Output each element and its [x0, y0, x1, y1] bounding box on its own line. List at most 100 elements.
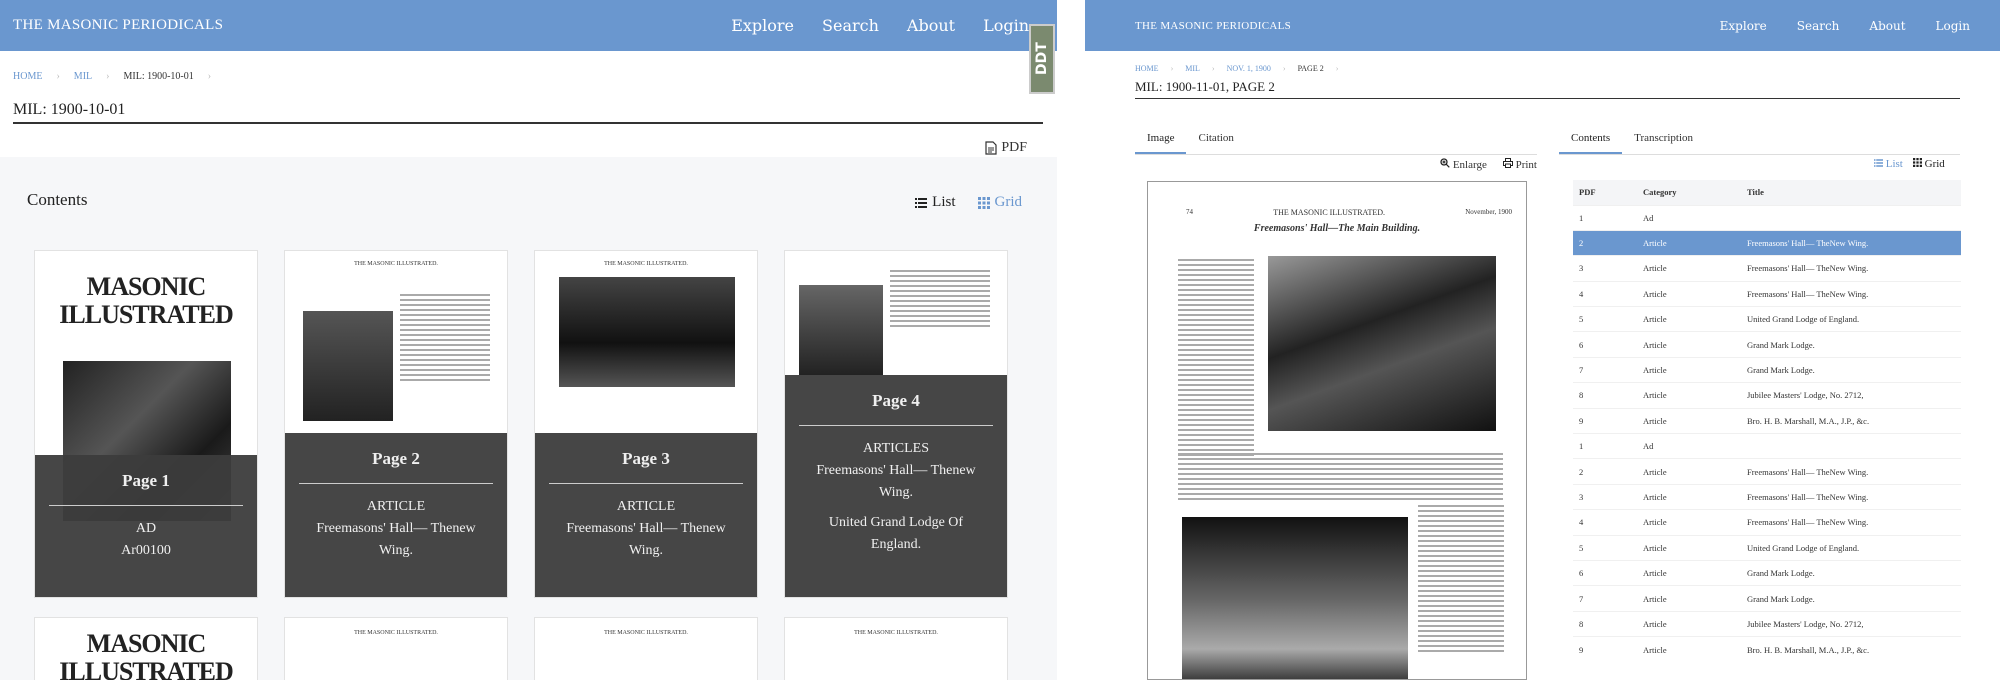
table-row[interactable]: 5 Article United Grand Lodge of England. — [1573, 306, 1961, 332]
table-row[interactable]: 9 Article Bro. H. B. Marshall, M.A., J.P.,… — [1573, 408, 1961, 433]
grid-icon — [1912, 158, 1922, 167]
list-view-button[interactable]: List — [1874, 158, 1903, 170]
category-cell: Article — [1643, 618, 1667, 629]
nav-search[interactable]: Search — [1797, 19, 1840, 33]
nav-about[interactable]: About — [1869, 19, 1905, 33]
title-cell[interactable]: Jubilee Masters' Lodge, No. 2712, — [1741, 611, 1961, 636]
title-cell[interactable]: Bro. H. B. Marshall, M.A., J.P., &c. — [1741, 408, 1961, 433]
category-cell: Article — [1643, 314, 1667, 325]
grid-icon — [977, 196, 990, 209]
table-row[interactable]: 3 Article Freemasons' Hall— TheNew Wing. — [1573, 484, 1961, 509]
table-row[interactable]: 4 Article Freemasons' Hall— TheNew Wing. — [1573, 509, 1961, 535]
table-row[interactable]: 4 Article Freemasons' Hall— TheNew Wing. — [1573, 281, 1961, 306]
title-cell[interactable]: Freemasons' Hall— TheNew Wing. — [1741, 459, 1961, 484]
table-row[interactable]: 6 Article Grand Mark Lodge. — [1573, 331, 1961, 357]
col-category[interactable]: Category — [1637, 180, 1741, 205]
page-label: Page 1 — [49, 455, 243, 506]
breadcrumb-separator: › — [1211, 63, 1215, 73]
table-row[interactable]: 8 Article Jubilee Masters' Lodge, No. 2712… — [1573, 611, 1961, 636]
table-row[interactable]: 2 Article Freemasons' Hall— TheNew Wing. — [1573, 230, 1961, 256]
pdf-cell: 9 — [1579, 415, 1584, 426]
pdf-cell: 1 — [1579, 441, 1584, 452]
table-row[interactable]: 7 Article Grand Mark Lodge. — [1573, 585, 1961, 611]
pdf-cell: 1 — [1579, 212, 1584, 223]
site-brand[interactable]: THE MASONIC PERIODICALS — [1135, 20, 1291, 32]
thumbnail-header: THE MASONIC ILLUSTRATED. — [604, 261, 688, 267]
pdf-cell: 6 — [1579, 568, 1584, 579]
title-cell[interactable]: Freemasons' Hall— TheNew Wing. — [1741, 484, 1961, 509]
nav-login[interactable]: Login — [1936, 19, 1970, 33]
pdf-cell: 4 — [1579, 288, 1584, 299]
category-cell: Article — [1643, 568, 1667, 579]
grid-view-button[interactable]: Grid — [1912, 158, 1945, 170]
title-cell[interactable] — [1741, 205, 1961, 230]
table-row[interactable]: 8 Article Jubilee Masters' Lodge, No. 2712… — [1573, 382, 1961, 408]
title-cell[interactable]: Freemasons' Hall— TheNew Wing. — [1741, 256, 1961, 281]
list-icon — [1874, 159, 1883, 167]
category-cell: Article — [1643, 644, 1667, 655]
page-card-4[interactable]: Page 4 ARTICLES Freemasons' Hall— Thenew… — [784, 250, 1008, 598]
breadcrumb-issue[interactable]: NOV. 1, 1900 — [1227, 64, 1271, 73]
col-pdf[interactable]: PDF — [1573, 180, 1637, 205]
table-row[interactable]: 7 Article Grand Mark Lodge. — [1573, 357, 1961, 382]
list-view-button[interactable]: List — [915, 194, 956, 211]
page-card-2[interactable]: THE MASONIC ILLUSTRATED. Page 2 ARTICLE … — [284, 250, 508, 598]
page-overlay: Page 4 ARTICLES Freemasons' Hall— Thenew… — [785, 375, 1007, 597]
scan-photo-corridor — [1182, 517, 1408, 679]
scan-date: November, 1900 — [1465, 208, 1512, 216]
page-scan-image[interactable]: 74 THE MASONIC ILLUSTRATED. November, 19… — [1147, 181, 1527, 680]
breadcrumb-home[interactable]: HOME — [13, 71, 42, 82]
tab-contents[interactable]: Contents — [1559, 126, 1623, 154]
title-cell[interactable]: Grand Mark Lodge. — [1741, 332, 1961, 357]
table-row[interactable]: 9 Article Bro. H. B. Marshall, M.A., J.P.,… — [1573, 636, 1961, 662]
table-row[interactable]: 2 Article Freemasons' Hall— TheNew Wing. — [1573, 458, 1961, 484]
print-icon — [1502, 158, 1513, 168]
table-row[interactable]: 5 Article United Grand Lodge of England. — [1573, 535, 1961, 560]
tab-citation[interactable]: Citation — [1186, 126, 1245, 154]
nav-search[interactable]: Search — [822, 16, 879, 35]
grid-view-label: Grid — [1924, 158, 1945, 170]
title-cell[interactable]: Grand Mark Lodge. — [1741, 560, 1961, 585]
table-row[interactable]: 1 Ad — [1573, 433, 1961, 459]
page-card-6[interactable]: THE MASONIC ILLUSTRATED. — [284, 617, 508, 680]
title-cell[interactable]: Grand Mark Lodge. — [1741, 357, 1961, 382]
nav-explore[interactable]: Explore — [731, 16, 794, 35]
breadcrumb-home[interactable]: HOME — [1135, 64, 1159, 73]
page-card-3[interactable]: THE MASONIC ILLUSTRATED. Page 3 ARTICLE … — [534, 250, 758, 598]
title-cell[interactable]: Grand Mark Lodge. — [1741, 586, 1961, 611]
scan-subtitle: Freemasons' Hall—The Main Building. — [1253, 223, 1421, 234]
title-cell[interactable]: United Grand Lodge of England. — [1741, 535, 1961, 560]
page-card-1[interactable]: MASONIC ILLUSTRATED Page 1 AD Ar00100 — [34, 250, 258, 598]
title-cell[interactable]: Freemasons' Hall— TheNew Wing. — [1741, 281, 1961, 306]
table-row[interactable]: 6 Article Grand Mark Lodge. — [1573, 560, 1961, 585]
nav-explore[interactable]: Explore — [1720, 19, 1767, 33]
breadcrumb-mil[interactable]: MIL — [74, 71, 92, 82]
title-cell[interactable]: Freemasons' Hall— TheNew Wing. — [1741, 510, 1961, 535]
table-row[interactable]: 3 Article Freemasons' Hall— TheNew Wing. — [1573, 255, 1961, 281]
enlarge-button[interactable]: Enlarge — [1440, 158, 1487, 171]
grid-view-button[interactable]: Grid — [977, 194, 1022, 211]
pdf-cell: 3 — [1579, 263, 1584, 274]
col-title[interactable]: Title — [1741, 180, 1961, 205]
page-card-7[interactable]: THE MASONIC ILLUSTRATED. — [534, 617, 758, 680]
title-cell[interactable]: Jubilee Masters' Lodge, No. 2712, — [1741, 383, 1961, 408]
site-brand[interactable]: THE MASONIC PERIODICALS — [13, 17, 223, 34]
tab-transcription[interactable]: Transcription — [1622, 126, 1705, 154]
table-row[interactable]: 1 Ad — [1573, 205, 1961, 230]
print-button[interactable]: Print — [1502, 158, 1537, 171]
title-cell[interactable]: Bro. H. B. Marshall, M.A., J.P., &c. — [1741, 637, 1961, 662]
scan-photo-interior — [1268, 256, 1496, 431]
title-cell[interactable]: Freemasons' Hall— TheNew Wing. — [1741, 230, 1961, 256]
category-cell: Article — [1643, 415, 1667, 426]
breadcrumb-mil[interactable]: MIL — [1185, 64, 1200, 73]
tab-image[interactable]: Image — [1135, 126, 1187, 154]
title-cell[interactable] — [1741, 434, 1961, 459]
ddt-badge[interactable]: DDT — [1029, 24, 1055, 94]
pdf-cell: 7 — [1579, 365, 1584, 376]
title-cell[interactable]: United Grand Lodge of England. — [1741, 307, 1961, 332]
page-card-8[interactable]: THE MASONIC ILLUSTRATED. — [784, 617, 1008, 680]
nav-login[interactable]: Login — [983, 16, 1029, 35]
page-card-5[interactable]: MASONIC ILLUSTRATED — [34, 617, 258, 680]
nav-about[interactable]: About — [907, 16, 955, 35]
page-overlay: Page 2 ARTICLE Freemasons' Hall— Thenew … — [285, 433, 507, 597]
